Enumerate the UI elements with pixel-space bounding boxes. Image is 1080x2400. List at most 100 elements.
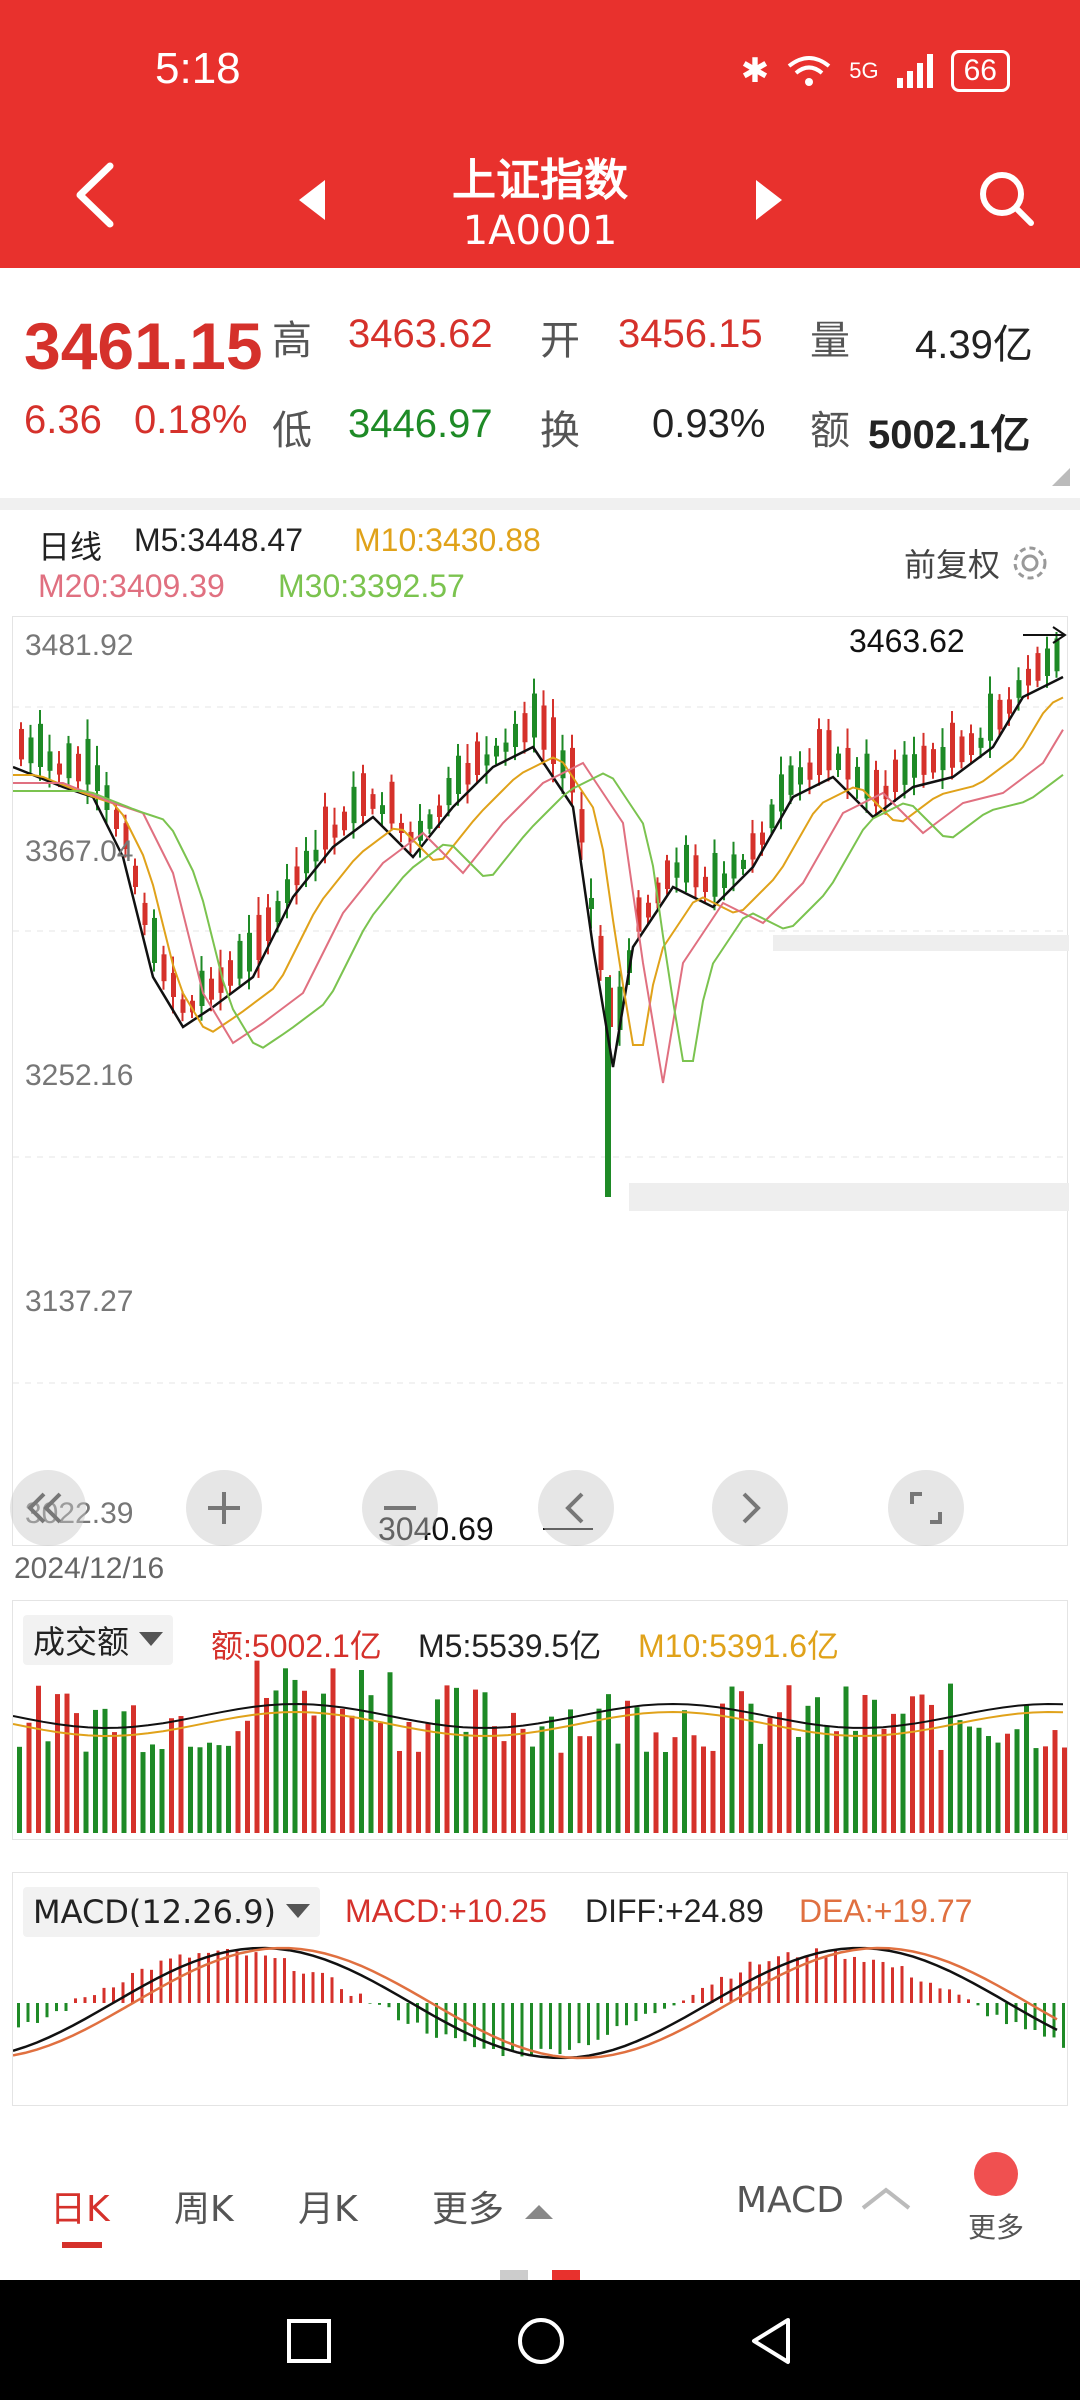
volume-selector[interactable]: 成交额 xyxy=(23,1615,174,1665)
ma20-label: M20:3409.39 xyxy=(38,568,225,604)
macd-selector[interactable]: MACD(12.26.9) xyxy=(23,1887,321,1937)
tab-month[interactable]: 月K xyxy=(298,2180,358,2232)
candle-body xyxy=(418,820,423,841)
expand-corner-icon[interactable] xyxy=(1052,468,1070,486)
gear-icon[interactable] xyxy=(1010,543,1050,583)
volume-bar xyxy=(17,1746,22,1833)
macd-bar xyxy=(1043,2003,1046,2037)
more-button[interactable]: 更多 xyxy=(968,2152,1024,2252)
volume-bar xyxy=(463,1731,469,1833)
macd-bar xyxy=(321,1972,324,2003)
volume-bar xyxy=(976,1727,982,1833)
volume-bar xyxy=(748,1703,754,1833)
next-index-icon[interactable] xyxy=(752,178,786,222)
tab-week[interactable]: 周K xyxy=(174,2180,234,2232)
volume-bar xyxy=(482,1692,488,1833)
candle-body xyxy=(902,754,908,785)
volume-bar xyxy=(83,1751,89,1833)
volume-bar xyxy=(539,1726,545,1833)
ma5-label: M5:3448.47 xyxy=(134,522,304,558)
macd-bar xyxy=(330,1977,334,2003)
macd-bar xyxy=(444,2003,448,2035)
volume-bar xyxy=(131,1705,136,1833)
candle-body xyxy=(522,713,528,743)
adjust-selector[interactable]: 前复权 xyxy=(904,540,1050,586)
macd-bar xyxy=(83,1997,87,2003)
macd-bar xyxy=(672,2003,676,2006)
volume-bar xyxy=(197,1747,203,1833)
high-marker: 3463.62 xyxy=(849,623,965,659)
volume-bar xyxy=(739,1691,744,1833)
macd-bar xyxy=(881,1961,885,2003)
scroll-right-button[interactable] xyxy=(712,1470,788,1546)
volume-bar xyxy=(64,1693,70,1833)
volume-bar xyxy=(691,1735,697,1833)
chevron-left-icon xyxy=(565,1492,584,1524)
volume-bar xyxy=(938,1749,944,1833)
dea-value: DEA:+19.77 xyxy=(799,1893,973,1929)
double-chevron-left-icon xyxy=(27,1492,62,1524)
search-icon[interactable] xyxy=(976,168,1036,228)
macd-selector-label: MACD(12.26.9) xyxy=(33,1893,277,1931)
volume-bar xyxy=(36,1685,41,1833)
macd-bar xyxy=(359,1993,362,2003)
candle-body xyxy=(769,804,775,829)
volume-bar xyxy=(644,1751,649,1833)
signal-icon xyxy=(896,54,933,88)
price-change: 6.36 xyxy=(24,398,102,442)
volume-bar xyxy=(710,1750,716,1833)
candle-body xyxy=(703,876,708,892)
gap-zone-lower xyxy=(629,1183,1069,1211)
zoom-out-button[interactable] xyxy=(362,1470,438,1546)
macd-panel[interactable]: MACD(12.26.9) MACD:+10.25 DIFF:+24.89 DE… xyxy=(12,1872,1068,2106)
candle-body xyxy=(921,745,927,775)
volume-bar xyxy=(425,1722,431,1833)
volume-bar xyxy=(511,1712,516,1833)
scroll-left-button[interactable] xyxy=(538,1470,614,1546)
macd-bar xyxy=(900,1966,904,2003)
candle-body xyxy=(38,723,43,767)
volume-bar xyxy=(587,1736,592,1833)
y-tick-1: 3481.92 xyxy=(25,629,134,662)
bluetooth-icon: ✱ xyxy=(740,52,770,90)
macd-bar xyxy=(530,2003,533,2057)
zoom-in-button[interactable] xyxy=(186,1470,262,1546)
candle-body xyxy=(228,960,233,986)
macd-bar xyxy=(596,2003,600,2040)
volume-panel[interactable]: 成交额 额:5002.1亿 M5:5539.5亿 M10:5391.6亿 xyxy=(12,1600,1068,1840)
volume-bar xyxy=(834,1731,839,1833)
macd-bar xyxy=(577,2003,581,2044)
volume-bar xyxy=(1005,1733,1010,1833)
index-code: 1A0001 xyxy=(462,208,618,254)
home-icon[interactable] xyxy=(516,2316,566,2366)
indicator-selector[interactable]: MACD xyxy=(736,2180,911,2221)
recent-apps-icon[interactable] xyxy=(286,2318,332,2364)
candle-body xyxy=(760,832,765,845)
candle-body xyxy=(950,722,955,768)
volume-bar xyxy=(682,1710,687,1833)
caret-down-icon xyxy=(139,1632,164,1646)
macd-bar xyxy=(663,2003,666,2009)
tab-day[interactable]: 日K xyxy=(50,2180,110,2232)
macd-bar xyxy=(121,1982,125,2003)
volume-bar xyxy=(159,1749,165,1833)
candle-body xyxy=(465,762,471,785)
candle-body xyxy=(684,844,689,883)
tab-more[interactable]: 更多 xyxy=(432,2180,554,2232)
fullscreen-button[interactable] xyxy=(888,1470,964,1546)
volume-bar xyxy=(121,1711,127,1833)
candle-body xyxy=(532,693,537,738)
volume-bar xyxy=(416,1751,421,1833)
scroll-left-fast-button[interactable] xyxy=(10,1470,86,1546)
volume-bar xyxy=(910,1696,915,1833)
y-tick-2: 3367.04 xyxy=(25,835,134,868)
quote-panel: 3461.15 6.36 0.18% 高 3463.62 低 3446.97 开… xyxy=(0,268,1080,498)
candle-body xyxy=(541,705,547,750)
volume-bar xyxy=(207,1742,212,1833)
kline-chart[interactable]: 3481.92 3367.04 3252.16 3137.27 3022.39 … xyxy=(12,616,1069,1547)
volume-bar xyxy=(900,1713,906,1833)
nav-back-icon[interactable] xyxy=(748,2316,794,2366)
volume-bar xyxy=(349,1715,355,1833)
macd-bar xyxy=(387,2003,391,2008)
volume-bar xyxy=(758,1743,763,1833)
